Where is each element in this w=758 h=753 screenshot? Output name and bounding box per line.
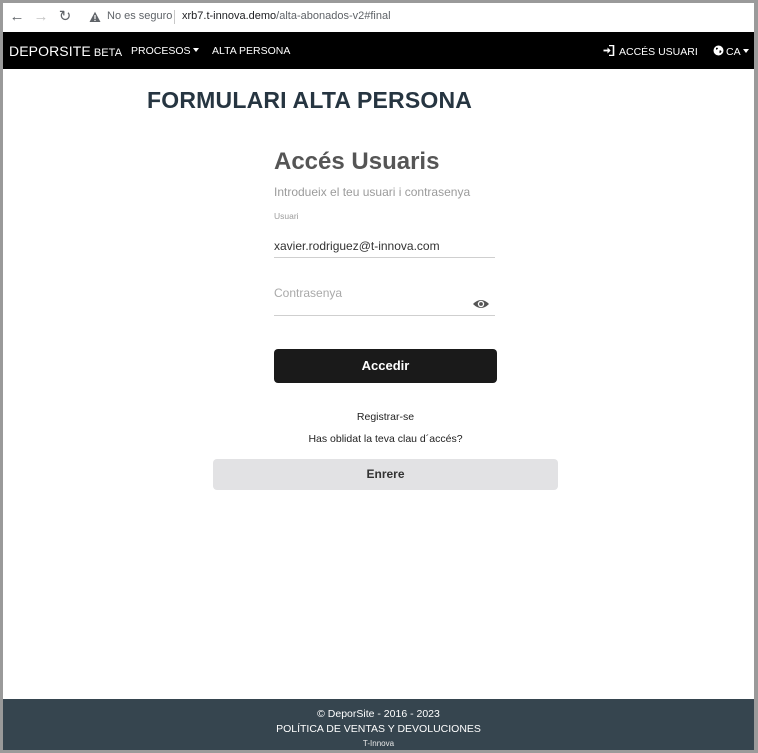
arrow-left-icon[interactable]: ← (8, 8, 26, 26)
login-subtitle: Introdueix el teu usuari i contrasenya (274, 185, 471, 199)
browser-window: ← → ↻ No es seguro xrb7.t-innova.demo/al… (3, 3, 754, 750)
address-divider (174, 10, 175, 24)
eye-icon[interactable] (472, 298, 490, 310)
language-selector[interactable]: CA (713, 45, 749, 58)
caret-down-icon (742, 49, 749, 54)
back-button[interactable]: Enrere (213, 459, 558, 490)
url-host: xrb7.t-innova.demo (182, 10, 277, 22)
company-name: T-Innova (362, 739, 395, 748)
user-field[interactable] (274, 235, 495, 258)
arrow-right-icon[interactable]: → (32, 8, 50, 26)
globe-icon (713, 45, 724, 56)
policy-link[interactable]: POLÍTICA DE VENTAS Y DEVOLUCIONES (3, 723, 754, 735)
warning-triangle-icon[interactable] (89, 11, 101, 23)
url-path: /alta-abonados-v2#final (276, 10, 391, 22)
forgot-password-link[interactable]: Has oblidat la teva clau d´accés? (274, 433, 497, 445)
alta-persona-link[interactable]: ALTA PERSONA (212, 45, 290, 57)
address-bar[interactable]: xrb7.t-innova.demo/alta-abonados-v2#fina… (182, 10, 391, 22)
site-footer: © DeporSite - 2016 - 2023 POLÍTICA DE VE… (3, 699, 754, 750)
page-title: FORMULARI ALTA PERSONA (147, 87, 473, 113)
acces-usuari-label: ACCÉS USUARI (619, 46, 698, 58)
caret-down-icon (192, 48, 199, 53)
password-field[interactable] (274, 287, 495, 316)
browser-toolbar: ← → ↻ No es seguro xrb7.t-innova.demo/al… (3, 3, 754, 33)
reload-icon[interactable]: ↻ (56, 8, 74, 26)
procesos-menu[interactable]: PROCESOS (131, 45, 199, 57)
login-title: Accés Usuaris (274, 148, 440, 175)
language-label: CA (726, 46, 741, 58)
brand-logo[interactable]: DEPORSITE BETA (9, 43, 122, 59)
user-field-label: Usuari (274, 211, 299, 221)
brand-name: DEPORSITE (9, 43, 91, 59)
acces-usuari-link[interactable]: ACCÉS USUARI (603, 44, 698, 58)
brand-beta: BETA (93, 47, 123, 59)
sign-in-icon (603, 44, 615, 57)
procesos-label: PROCESOS (131, 45, 191, 57)
copyright-text: © DeporSite - 2016 - 2023 (317, 708, 440, 720)
accedir-button[interactable]: Accedir (274, 349, 497, 383)
site-navbar: DEPORSITE BETA PROCESOS ALTA PERSONA ACCÉ… (3, 32, 754, 69)
security-label[interactable]: No es seguro (107, 10, 172, 22)
register-link[interactable]: Registrar-se (274, 411, 497, 423)
